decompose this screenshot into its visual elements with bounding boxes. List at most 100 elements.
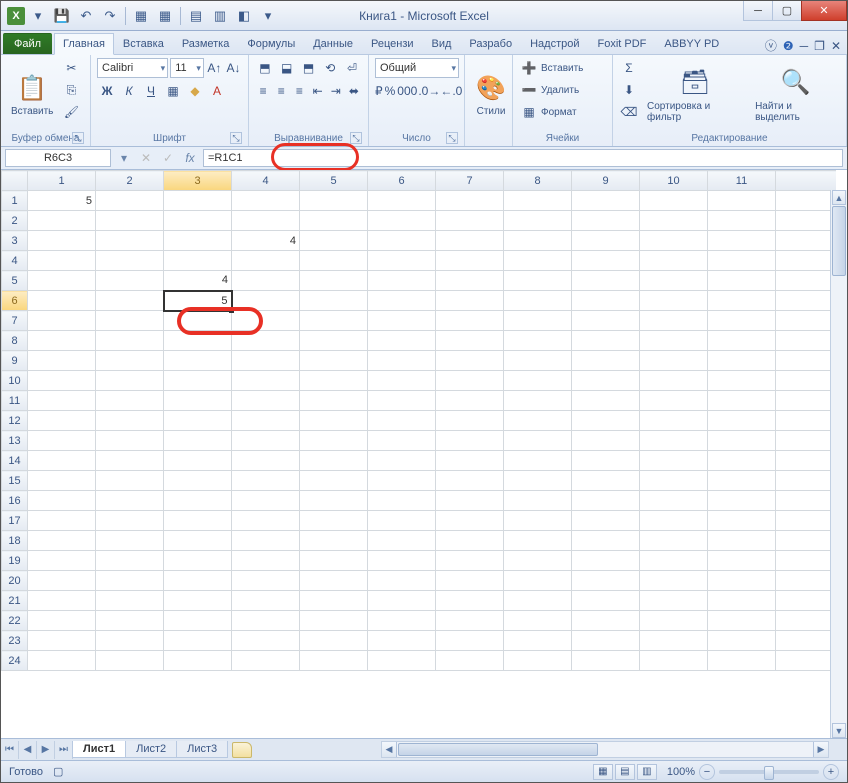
autosum-button[interactable]: Σ	[619, 58, 639, 78]
align-right-button[interactable]: ≡	[291, 81, 307, 101]
cell[interactable]	[708, 451, 776, 471]
italic-button[interactable]: К	[119, 81, 139, 101]
cell[interactable]	[232, 451, 300, 471]
cell[interactable]	[572, 351, 640, 371]
grow-font-button[interactable]: A↑	[206, 58, 223, 78]
row-header[interactable]: 23	[2, 631, 28, 651]
cell[interactable]	[708, 491, 776, 511]
cell[interactable]	[436, 451, 504, 471]
cell[interactable]	[572, 271, 640, 291]
row-header[interactable]: 24	[2, 651, 28, 671]
decrease-indent-button[interactable]: ⇤	[310, 81, 326, 101]
cell[interactable]	[640, 291, 708, 311]
merge-button[interactable]: ⬌	[346, 81, 362, 101]
tab-developer[interactable]: Разрабо	[460, 33, 521, 54]
vertical-scroll-thumb[interactable]	[832, 206, 846, 276]
cell[interactable]	[504, 571, 572, 591]
cell[interactable]	[504, 351, 572, 371]
cell[interactable]	[232, 571, 300, 591]
cell[interactable]	[504, 471, 572, 491]
row-header[interactable]: 5	[2, 271, 28, 291]
cell[interactable]	[436, 211, 504, 231]
cell[interactable]	[504, 551, 572, 571]
tab-view[interactable]: Вид	[423, 33, 461, 54]
scroll-up-button[interactable]: ▲	[832, 190, 846, 205]
cell[interactable]	[232, 331, 300, 351]
cell[interactable]	[640, 231, 708, 251]
cell[interactable]	[504, 331, 572, 351]
cell[interactable]	[164, 651, 232, 671]
cell[interactable]	[164, 531, 232, 551]
vertical-scrollbar[interactable]: ▲ ▼	[830, 190, 847, 738]
cell[interactable]	[572, 651, 640, 671]
cell[interactable]	[504, 611, 572, 631]
cell[interactable]	[232, 211, 300, 231]
redo-button[interactable]: ↷	[99, 5, 121, 27]
row-header[interactable]: 16	[2, 491, 28, 511]
cell[interactable]	[640, 411, 708, 431]
tab-layout[interactable]: Разметка	[173, 33, 239, 54]
tab-review[interactable]: Рецензи	[362, 33, 423, 54]
tab-addins[interactable]: Надстрой	[521, 33, 588, 54]
save-button[interactable]: 💾	[51, 5, 73, 27]
cell[interactable]	[640, 451, 708, 471]
cell[interactable]	[28, 611, 96, 631]
paste-button[interactable]: 📋 Вставить	[7, 58, 57, 131]
orientation-button[interactable]: ⟲	[320, 58, 340, 78]
cell[interactable]	[28, 211, 96, 231]
row-header[interactable]: 10	[2, 371, 28, 391]
cell[interactable]	[368, 571, 436, 591]
tab-insert[interactable]: Вставка	[114, 33, 173, 54]
cell[interactable]	[572, 211, 640, 231]
cell[interactable]	[28, 251, 96, 271]
cell[interactable]	[436, 371, 504, 391]
cell[interactable]	[436, 331, 504, 351]
cell[interactable]	[368, 511, 436, 531]
row-header[interactable]: 4	[2, 251, 28, 271]
cell[interactable]	[96, 391, 164, 411]
cell[interactable]	[572, 391, 640, 411]
cell[interactable]	[300, 431, 368, 451]
cell[interactable]	[572, 251, 640, 271]
cell[interactable]	[28, 511, 96, 531]
cell[interactable]	[232, 611, 300, 631]
cell[interactable]	[28, 351, 96, 371]
cell[interactable]	[504, 511, 572, 531]
cell[interactable]	[368, 371, 436, 391]
cell[interactable]	[640, 211, 708, 231]
insert-cells-button[interactable]: ➕	[519, 58, 539, 78]
cell[interactable]	[572, 491, 640, 511]
zoom-level[interactable]: 100%	[667, 766, 695, 778]
font-size-select[interactable]: 11	[170, 58, 204, 78]
row-header[interactable]: 21	[2, 591, 28, 611]
row-header[interactable]: 6	[2, 291, 28, 311]
cell[interactable]	[708, 331, 776, 351]
cell[interactable]	[504, 251, 572, 271]
cell[interactable]	[96, 211, 164, 231]
horizontal-scroll-thumb[interactable]	[398, 743, 598, 756]
cell[interactable]	[232, 431, 300, 451]
tab-formulas[interactable]: Формулы	[238, 33, 304, 54]
cell[interactable]	[708, 591, 776, 611]
cell[interactable]	[572, 451, 640, 471]
align-center-button[interactable]: ≡	[273, 81, 289, 101]
cell[interactable]	[232, 311, 300, 331]
cell[interactable]	[368, 531, 436, 551]
doc-close-button[interactable]: ✕	[831, 39, 841, 53]
first-sheet-button[interactable]: ⏮	[1, 741, 19, 759]
cell[interactable]	[504, 371, 572, 391]
cell[interactable]	[640, 251, 708, 271]
normal-view-button[interactable]: ▦	[593, 764, 613, 780]
format-cells-button[interactable]: ▦	[519, 102, 539, 122]
tab-abbyy[interactable]: ABBYY PD	[655, 33, 728, 54]
comma-button[interactable]: 000	[397, 81, 417, 101]
name-box[interactable]: R6C3	[5, 149, 111, 167]
cell[interactable]	[708, 231, 776, 251]
cell[interactable]	[368, 191, 436, 211]
cell[interactable]	[164, 631, 232, 651]
cell[interactable]	[640, 611, 708, 631]
cell[interactable]	[436, 431, 504, 451]
cell[interactable]	[504, 311, 572, 331]
cell[interactable]	[436, 291, 504, 311]
cell[interactable]	[640, 391, 708, 411]
